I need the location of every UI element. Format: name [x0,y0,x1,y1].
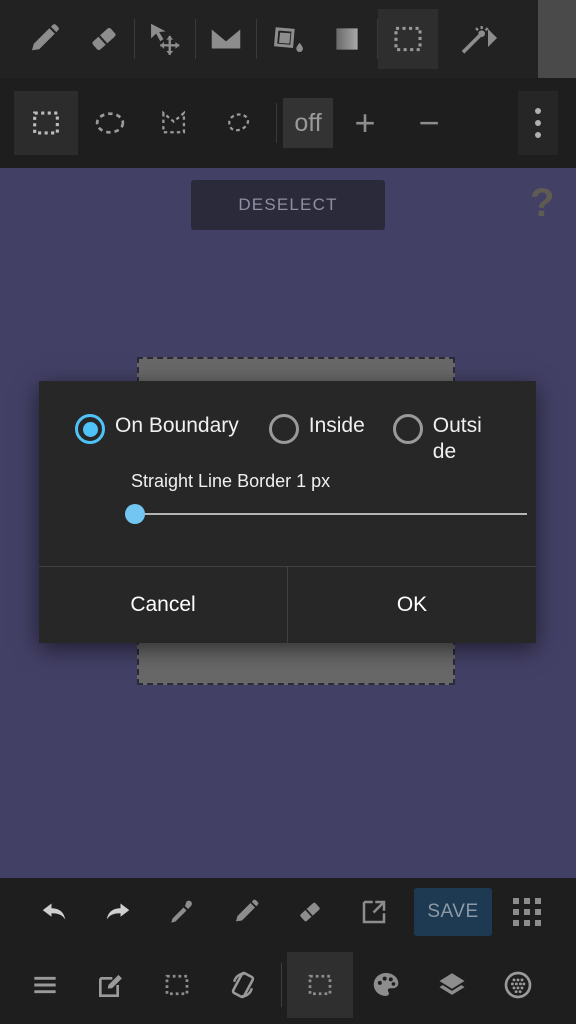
help-icon[interactable]: ? [530,183,554,223]
cancel-button[interactable]: Cancel [39,567,287,643]
slider-thumb[interactable] [125,504,145,524]
tool-select-rect[interactable] [378,9,438,69]
nav-selection[interactable] [287,952,353,1018]
gradient-icon [330,22,364,56]
select-rect-icon [391,22,425,56]
redo-button[interactable] [86,884,150,940]
nav-separator [281,963,282,1007]
dot [535,108,541,114]
fill-bucket-icon [269,21,305,57]
undo-icon [39,897,69,927]
bottom-nav-bar [0,946,576,1024]
border-settings-dialog: On Boundary Inside Outside Straight Line… [39,381,536,643]
feather-toggle[interactable]: off [283,98,333,148]
selection-options-toolbar: off + − [0,78,576,168]
nav-rotate[interactable] [210,952,276,1018]
radio-inside[interactable]: Inside [268,405,365,444]
eyedropper-icon [167,897,197,927]
marquee-rect-button[interactable] [14,91,78,155]
tool-eraser[interactable] [74,9,134,69]
marquee-ellipse-button[interactable] [78,91,142,155]
undo-button[interactable] [22,884,86,940]
dot [513,909,519,915]
radio-label: On Boundary [115,414,239,437]
radio-selected-icon [75,414,105,444]
shape-icon [207,20,245,58]
tool-shape[interactable] [196,9,256,69]
nav-edit[interactable] [78,952,144,1018]
border-width-label: Straight Line Border 1 px [131,471,331,491]
layers-icon [436,969,468,1001]
dot [524,920,530,926]
nav-crop[interactable] [144,952,210,1018]
toolbar-overflow-region[interactable] [538,0,576,78]
nav-layers[interactable] [419,952,485,1018]
border-width-slider[interactable] [125,499,527,529]
slider-track [134,513,527,515]
effects-icon [502,969,534,1001]
overflow-menu-button[interactable] [518,91,558,155]
eraser-icon [86,21,122,57]
dot [535,898,541,904]
marquee-poly-icon [157,106,191,140]
nav-effects[interactable] [485,952,551,1018]
rotate-icon [227,969,259,1001]
tool-move[interactable] [135,9,195,69]
marquee-rect-icon [29,106,63,140]
nav-palette[interactable] [353,952,419,1018]
dot [535,132,541,138]
image-editor-app: off + − DESELECT ? On Boundary Inside Ou… [0,0,576,1024]
tool-pencil[interactable] [14,9,74,69]
eraser-icon [295,897,325,927]
radio-label: Inside [308,414,365,437]
toolbar-separator [276,103,277,143]
redo-icon [103,897,133,927]
border-position-radio-group: On Boundary Inside Outside [39,405,536,465]
magic-wand-icon [458,19,498,59]
share-icon [359,897,389,927]
eraser-button[interactable] [278,884,342,940]
tool-magic-wand[interactable] [448,9,508,69]
radio-label: Outside [432,414,482,463]
marquee-polygon-button[interactable] [142,91,206,155]
dialog-actions: Cancel OK [39,567,536,643]
radio-outside[interactable]: Outside [392,405,489,465]
nav-menu[interactable] [12,952,78,1018]
dot [524,898,530,904]
pencil-icon [26,21,62,57]
radio-on-boundary[interactable]: On Boundary [75,405,239,444]
top-toolbar [0,0,576,78]
menu-icon [29,969,61,1001]
dot [513,920,519,926]
decrease-button[interactable]: − [397,91,461,155]
tool-fill[interactable] [257,9,317,69]
selection-icon [305,970,335,1000]
dot [535,920,541,926]
dot [513,898,519,904]
move-icon [146,20,184,58]
marquee-lasso-button[interactable] [206,91,270,155]
increase-button[interactable]: + [333,91,397,155]
apps-grid-button[interactable] [504,889,550,935]
deselect-button[interactable]: DESELECT [191,180,385,230]
dot [535,909,541,915]
dot [524,909,530,915]
dot [535,120,541,126]
share-button[interactable] [342,884,406,940]
radio-unselected-icon [268,414,299,444]
pencil-button[interactable] [214,884,278,940]
marquee-ellipse-icon [92,105,128,141]
marquee-lasso-icon [221,106,255,140]
edit-icon [95,969,127,1001]
eyedropper-button[interactable] [150,884,214,940]
palette-icon [370,969,402,1001]
save-button[interactable]: SAVE [414,888,492,936]
dialog-body: On Boundary Inside Outside Straight Line… [39,381,536,566]
pencil-icon [231,897,261,927]
tool-gradient[interactable] [317,9,377,69]
radio-unselected-icon [392,414,423,444]
bottom-action-bar: SAVE [0,878,576,946]
ok-button[interactable]: OK [288,567,536,643]
crop-icon [162,970,192,1000]
